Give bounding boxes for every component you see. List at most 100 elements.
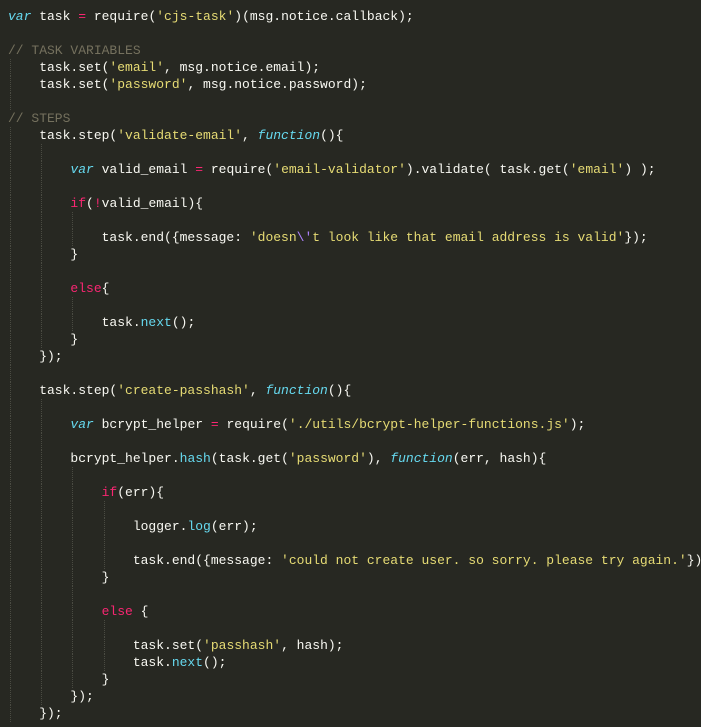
code-token: if: [70, 196, 87, 211]
indent-guide: [10, 671, 11, 688]
code-line: task.end({message: 'doesn\'t look like t…: [8, 229, 701, 246]
indent-guide: [41, 671, 43, 688]
code-token: function: [257, 128, 321, 143]
indent-guide: [10, 654, 11, 671]
code-token: 'password': [288, 451, 367, 466]
code-line: task.set('password', msg.notice.password…: [8, 76, 701, 93]
code-token: var: [70, 162, 94, 177]
code-token: valid_email: [93, 162, 196, 177]
indent-guide: [10, 59, 11, 76]
code-line: [8, 365, 701, 382]
code-line: task.next();: [8, 314, 701, 331]
code-line: [8, 297, 701, 314]
indent-guide: [10, 178, 11, 195]
indent-guide: [41, 144, 43, 161]
code-token: ();: [203, 655, 227, 670]
code-token: });: [8, 689, 94, 704]
code-line: task.step('create-passhash', function(){: [8, 382, 701, 399]
code-token: 'doesn: [249, 230, 297, 245]
code-token: task.: [8, 655, 172, 670]
indent-guide: [41, 467, 43, 484]
code-token: task: [31, 9, 79, 24]
code-line: [8, 501, 701, 518]
code-token: ).validate( task.get(: [405, 162, 570, 177]
indent-guide: [72, 484, 74, 501]
indent-guide: [10, 484, 11, 501]
code-line: }: [8, 246, 701, 263]
code-line: [8, 433, 701, 450]
indent-guide: [10, 467, 11, 484]
indent-guide: [103, 535, 105, 552]
code-token: });: [624, 230, 648, 245]
indent-guide: [72, 297, 74, 314]
code-line: else {: [8, 603, 701, 620]
indent-guide: [103, 518, 105, 535]
indent-guide: [10, 620, 11, 637]
code-token: }: [8, 672, 110, 687]
indent-guide: [72, 603, 74, 620]
indent-guide: [72, 314, 74, 331]
code-token: task.end({message:: [8, 230, 250, 245]
indent-guide: [103, 552, 105, 569]
code-token: }: [8, 570, 110, 585]
indent-guide: [41, 161, 43, 178]
code-line: else{: [8, 280, 701, 297]
indent-guide: [10, 93, 11, 110]
code-token: // TASK VARIABLES: [8, 43, 141, 58]
indent-guide: [10, 314, 11, 331]
indent-guide: [72, 654, 74, 671]
indent-guide: [41, 450, 43, 467]
indent-guide: [10, 280, 11, 297]
code-line: [8, 178, 701, 195]
indent-guide: [10, 433, 11, 450]
indent-guide: [72, 212, 74, 229]
code-line: var bcrypt_helper = require('./utils/bcr…: [8, 416, 701, 433]
code-token: ),: [366, 451, 391, 466]
code-token: 'create-passhash': [117, 383, 250, 398]
indent-guide: [41, 552, 43, 569]
code-line: [8, 467, 701, 484]
indent-guide: [41, 246, 43, 263]
indent-guide: [41, 654, 43, 671]
code-token: \': [296, 230, 313, 245]
indent-guide: [10, 501, 11, 518]
indent-guide: [41, 501, 43, 518]
code-token: });: [8, 349, 63, 364]
code-token: next: [171, 655, 204, 670]
code-token: ) );: [624, 162, 656, 177]
code-line: var valid_email = require('email-validat…: [8, 161, 701, 178]
indent-guide: [103, 637, 105, 654]
code-token: !: [93, 196, 102, 211]
indent-guide: [10, 569, 11, 586]
code-editor[interactable]: var task = require('cjs-task')(msg.notic…: [0, 0, 701, 722]
code-token: bcrypt_helper: [93, 417, 211, 432]
code-token: hash: [179, 451, 211, 466]
indent-guide: [41, 399, 43, 416]
code-line: if(err){: [8, 484, 701, 501]
indent-guide: [10, 348, 11, 365]
indent-guide: [41, 484, 43, 501]
code-token: 'password': [109, 77, 188, 92]
code-line: [8, 399, 701, 416]
code-token: ,: [249, 383, 266, 398]
indent-guide: [10, 637, 11, 654]
code-line: task.next();: [8, 654, 701, 671]
indent-guide: [41, 535, 43, 552]
code-token: (err){: [117, 485, 165, 500]
code-line: task.set('passhash', hash);: [8, 637, 701, 654]
indent-guide: [41, 518, 43, 535]
code-token: {: [132, 604, 149, 619]
indent-guide: [72, 569, 74, 586]
code-line: task.step('validate-email', function(){: [8, 127, 701, 144]
indent-guide: [10, 144, 11, 161]
indent-guide: [10, 365, 11, 382]
code-token: 'email-validator': [273, 162, 406, 177]
code-line: if(!valid_email){: [8, 195, 701, 212]
indent-guide: [10, 331, 11, 348]
indent-guide: [41, 433, 43, 450]
code-token: if: [101, 485, 118, 500]
